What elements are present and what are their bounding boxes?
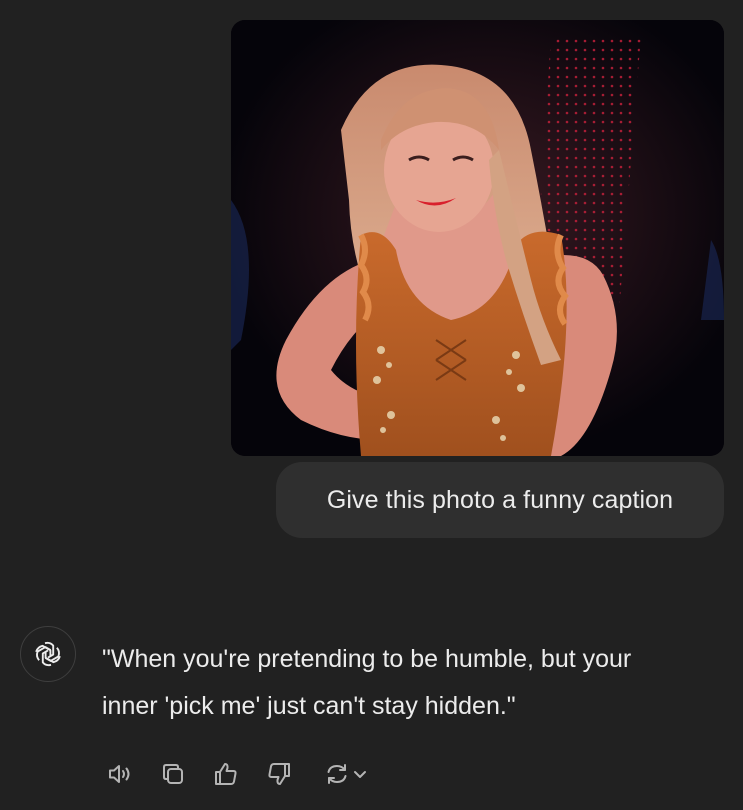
photo-illustration — [231, 20, 724, 456]
thumbs-down-icon — [268, 763, 290, 785]
user-photo-attachment[interactable] — [231, 20, 724, 456]
message-actions — [100, 754, 378, 794]
assistant-message-line: "When you're pretending to be humble, bu… — [102, 645, 632, 673]
speaker-icon — [109, 765, 130, 783]
assistant-message: "When you're pretending to be humble, bu… — [102, 636, 702, 730]
chevron-down-icon — [353, 771, 366, 778]
copy-button[interactable] — [153, 754, 193, 794]
regenerate-icon — [327, 764, 346, 784]
copy-icon — [163, 764, 183, 784]
read-aloud-button[interactable] — [100, 754, 140, 794]
user-message-text: Give this photo a funny caption — [326, 485, 674, 514]
bad-response-button[interactable] — [259, 754, 299, 794]
thumbs-up-icon — [215, 763, 237, 785]
regenerate-button[interactable] — [312, 754, 378, 794]
chat-thread: Give this photo a funny caption "When yo… — [0, 0, 743, 810]
assistant-avatar — [20, 626, 76, 682]
user-message-bubble: Give this photo a funny caption — [276, 462, 724, 538]
openai-logo-icon — [35, 641, 61, 667]
good-response-button[interactable] — [206, 754, 246, 794]
assistant-message-line: inner 'pick me' just can't stay hidden." — [102, 692, 516, 720]
